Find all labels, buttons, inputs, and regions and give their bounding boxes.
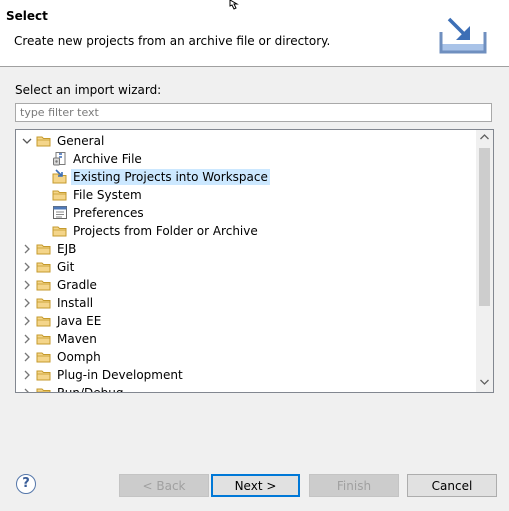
tree-item[interactable]: General [16,132,478,150]
import-wizard-icon [439,17,487,54]
chevron-right-icon[interactable] [22,244,32,254]
scroll-up-button[interactable] [476,130,493,147]
tree-item[interactable]: EJB [16,240,478,258]
chevron-right-icon[interactable] [22,298,32,308]
chevron-right-icon[interactable] [22,262,32,272]
vertical-scrollbar[interactable] [476,130,493,392]
folder-icon [36,352,51,363]
filter-input[interactable] [15,103,492,122]
tree-item[interactable]: Install [16,294,478,312]
mouse-cursor-icon [229,0,239,10]
chevron-right-icon[interactable] [22,334,32,344]
folder-icon [52,226,67,237]
folder-icon [36,370,51,381]
next-button[interactable]: Next > [211,474,300,497]
import-wizard-label: Select an import wizard: [15,83,162,97]
folder-icon [36,136,51,147]
tree-item-label: Plug-in Development [57,368,183,382]
tree-item[interactable]: Java EE [16,312,478,330]
tree-item-label: General [57,134,105,148]
folder-icon [36,262,51,273]
folder-icon [36,316,51,327]
tree-item-label: Gradle [57,278,97,292]
tree-item-label: Java EE [57,314,102,328]
help-button[interactable]: ? [16,474,36,494]
tree-item[interactable]: Gradle [16,276,478,294]
wizard-header: Select Create new projects from an archi… [0,0,509,67]
folder-icon [36,334,51,345]
tree-item[interactable]: Git [16,258,478,276]
tree-item[interactable]: Projects from Folder or Archive [16,222,478,240]
tree-item-label: EJB [57,242,77,256]
tree-item-label: Run/Debug [57,386,124,393]
tree-item-label: Maven [57,332,97,346]
folder-icon [36,298,51,309]
folder-icon [36,244,51,255]
page-title: Select [6,9,48,23]
page-description: Create new projects from an archive file… [14,34,331,48]
chevron-right-icon[interactable] [22,280,32,290]
tree-item-label: Archive File [73,152,142,166]
tree-item-label: Install [57,296,94,310]
tree-item-label: Preferences [73,206,144,220]
archive-file-icon [53,152,66,166]
chevron-right-icon[interactable] [22,388,32,393]
folder-icon [36,388,51,392]
tree-item[interactable]: Oomph [16,348,478,366]
tree-item[interactable]: Preferences [16,204,478,222]
tree-item[interactable]: Run/Debug [16,384,478,393]
scroll-thumb[interactable] [479,148,490,306]
import-wizard-tree[interactable]: General Archive File Existing Projects int… [15,129,494,393]
tree-item-label: Projects from Folder or Archive [73,224,258,238]
tree-item-label: Existing Projects into Workspace [71,169,270,185]
tree-item[interactable]: Archive File [16,150,478,168]
existing-projects-icon [52,169,67,184]
tree-item[interactable]: Existing Projects into Workspace [16,168,478,186]
chevron-right-icon[interactable] [22,370,32,380]
finish-button[interactable]: Finish [309,474,399,497]
tree-item[interactable]: Plug-in Development [16,366,478,384]
chevron-right-icon[interactable] [22,352,32,362]
tree-item[interactable]: Maven [16,330,478,348]
tree-item-label: Git [57,260,75,274]
folder-icon [36,280,51,291]
chevron-up-icon [480,134,489,140]
tree-item-label: File System [73,188,142,202]
cancel-button[interactable]: Cancel [407,474,497,497]
chevron-right-icon[interactable] [22,316,32,326]
preferences-icon [53,206,67,219]
chevron-down-icon [480,379,489,385]
folder-icon [52,190,67,201]
tree-item[interactable]: File System [16,186,478,204]
back-button[interactable]: < Back [119,474,209,497]
scroll-down-button[interactable] [476,375,493,392]
chevron-down-icon[interactable] [22,136,32,146]
tree-item-label: Oomph [57,350,101,364]
